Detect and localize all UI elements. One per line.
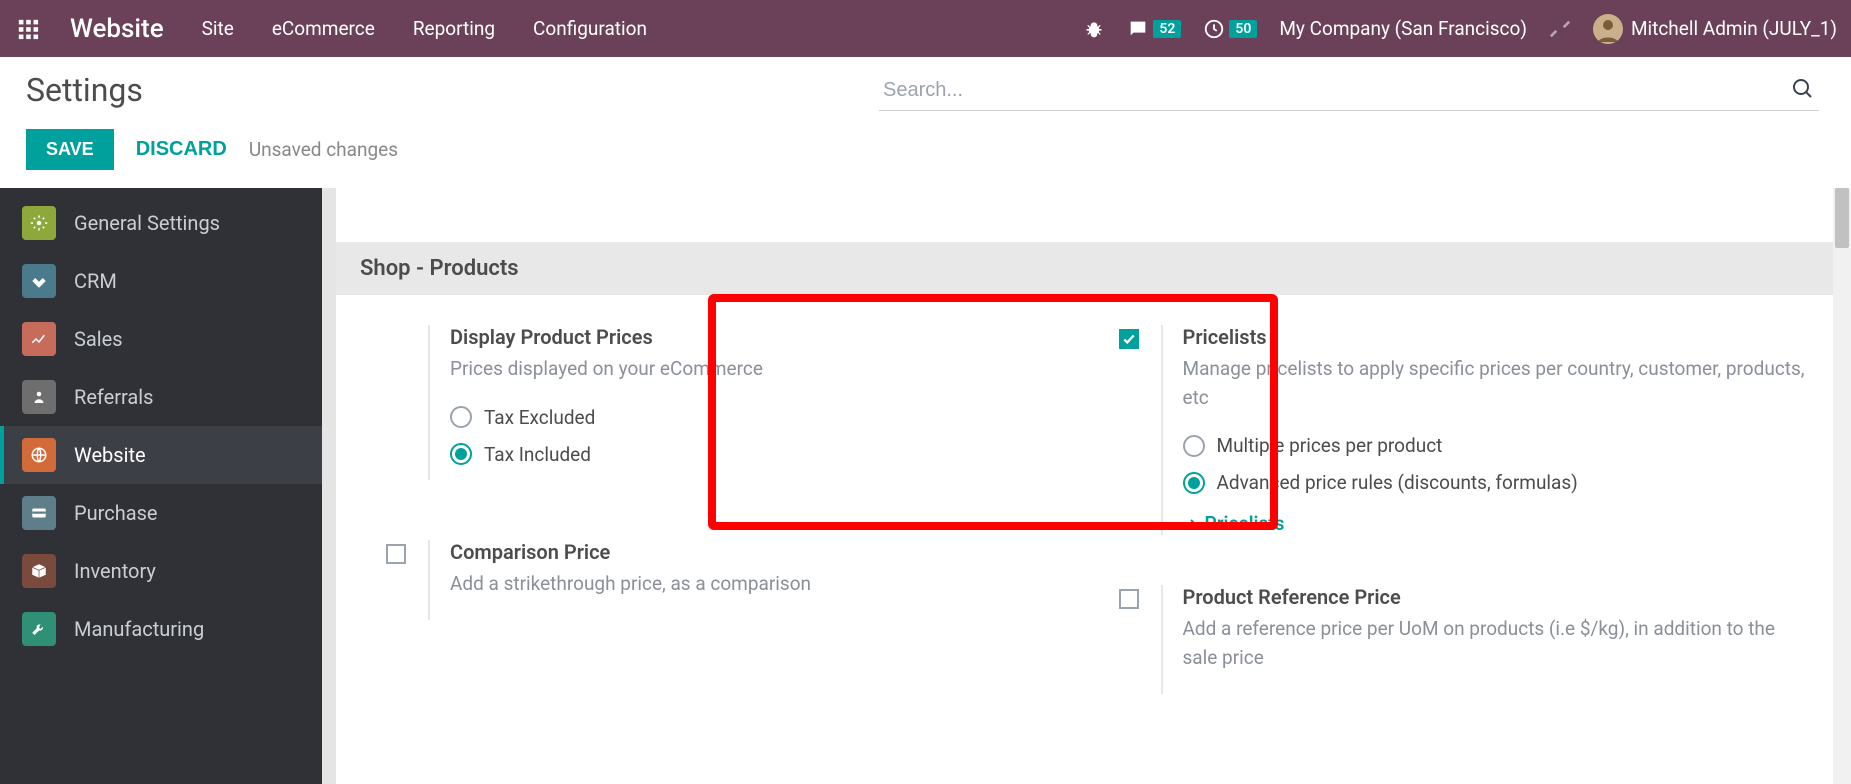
setting-title: Display Product Prices (450, 325, 1079, 349)
scrollbar-thumb[interactable] (1835, 188, 1849, 248)
people-icon (22, 380, 56, 414)
setting-title: Pricelists (1183, 325, 1812, 349)
wrench-icon (22, 612, 56, 646)
radio-icon (1183, 472, 1205, 494)
radio-multiple-prices[interactable]: Multiple prices per product (1183, 434, 1812, 457)
pricelists-link[interactable]: Pricelists (1183, 512, 1812, 535)
card-icon (22, 496, 56, 530)
menu-ecommerce[interactable]: eCommerce (272, 17, 375, 40)
activities-badge: 50 (1229, 20, 1257, 38)
globe-icon (22, 438, 56, 472)
avatar (1593, 14, 1623, 44)
app-brand[interactable]: Website (70, 14, 164, 44)
gear-icon (22, 206, 56, 240)
radio-icon (1183, 435, 1205, 457)
sidebar-item-referrals[interactable]: Referrals (0, 368, 336, 426)
checkbox[interactable] (1119, 329, 1139, 349)
save-button[interactable]: SAVE (26, 129, 114, 170)
page-title: Settings (26, 71, 143, 109)
top-navbar: Website Site eCommerce Reporting Configu… (0, 0, 1851, 57)
settings-content: Shop - Products Display Product Prices P… (336, 188, 1851, 784)
messages-indicator[interactable]: 52 (1127, 18, 1181, 40)
main-area: General Settings CRM Sales Referrals Web… (0, 188, 1851, 784)
sidebar-item-label: Manufacturing (74, 617, 204, 641)
activities-indicator[interactable]: 50 (1203, 18, 1257, 40)
radio-icon (450, 406, 472, 428)
setting-display-prices: Display Product Prices Prices displayed … (386, 325, 1079, 480)
sidebar-item-label: Purchase (74, 501, 158, 525)
search-icon[interactable] (1791, 77, 1815, 105)
sidebar-item-manufacturing[interactable]: Manufacturing (0, 600, 336, 658)
top-menu: Site eCommerce Reporting Configuration (202, 17, 647, 40)
sidebar-item-label: Sales (74, 327, 123, 351)
setting-title: Product Reference Price (1183, 585, 1812, 609)
sidebar-item-inventory[interactable]: Inventory (0, 542, 336, 600)
setting-pricelists: Pricelists Manage pricelists to apply sp… (1119, 325, 1812, 535)
action-bar: SAVE DISCARD Unsaved changes (0, 111, 1851, 188)
sidebar-item-label: General Settings (74, 211, 220, 235)
sidebar-item-general[interactable]: General Settings (0, 194, 336, 252)
setting-comparison-price: Comparison Price Add a strikethrough pri… (386, 540, 1079, 621)
company-selector[interactable]: My Company (San Francisco) (1279, 17, 1527, 40)
radio-label: Tax Excluded (484, 406, 595, 429)
sidebar-item-website[interactable]: Website (0, 426, 336, 484)
messages-badge: 52 (1153, 20, 1181, 38)
radio-label: Tax Included (484, 443, 591, 466)
settings-col-left: Display Product Prices Prices displayed … (366, 325, 1099, 744)
topbar-right: 52 50 My Company (San Francisco) Mitchel… (1083, 14, 1837, 44)
sidebar-item-label: Inventory (74, 559, 156, 583)
setting-reference-price: Product Reference Price Add a reference … (1119, 585, 1812, 694)
sidebar-item-label: Referrals (74, 385, 153, 409)
apps-icon[interactable] (14, 15, 42, 43)
setting-title: Comparison Price (450, 540, 1079, 564)
box-icon (22, 554, 56, 588)
link-label: Pricelists (1205, 512, 1285, 535)
user-name: Mitchell Admin (JULY_1) (1631, 17, 1837, 40)
radio-tax-included[interactable]: Tax Included (450, 443, 1079, 466)
setting-desc: Prices displayed on your eCommerce (450, 355, 1079, 384)
setting-desc: Add a reference price per UoM on product… (1183, 615, 1812, 672)
menu-site[interactable]: Site (202, 17, 234, 40)
handshake-icon (22, 264, 56, 298)
checkbox[interactable] (1119, 589, 1139, 609)
tools-icon[interactable] (1549, 18, 1571, 40)
radio-advanced-rules[interactable]: Advanced price rules (discounts, formula… (1183, 471, 1812, 494)
sidebar-item-label: Website (74, 443, 146, 467)
menu-configuration[interactable]: Configuration (533, 17, 647, 40)
radio-tax-excluded[interactable]: Tax Excluded (450, 406, 1079, 429)
settings-col-right: Pricelists Manage pricelists to apply sp… (1099, 325, 1832, 744)
sidebar-item-purchase[interactable]: Purchase (0, 484, 336, 542)
unsaved-status: Unsaved changes (249, 138, 398, 161)
settings-sidebar: General Settings CRM Sales Referrals Web… (0, 188, 336, 784)
setting-desc: Manage pricelists to apply specific pric… (1183, 355, 1812, 412)
discard-button[interactable]: DISCARD (136, 138, 227, 161)
setting-desc: Add a strikethrough price, as a comparis… (450, 570, 1079, 599)
menu-reporting[interactable]: Reporting (413, 17, 495, 40)
user-menu[interactable]: Mitchell Admin (JULY_1) (1593, 14, 1837, 44)
sidebar-item-crm[interactable]: CRM (0, 252, 336, 310)
page-header: Settings (0, 57, 1851, 111)
search-input[interactable] (879, 71, 1819, 111)
chart-icon (22, 322, 56, 356)
checkbox[interactable] (386, 544, 406, 564)
radio-icon (450, 443, 472, 465)
radio-label: Multiple prices per product (1217, 434, 1443, 457)
section-header: Shop - Products (336, 242, 1851, 295)
scrollbar[interactable] (1833, 188, 1851, 784)
radio-label: Advanced price rules (discounts, formula… (1217, 471, 1578, 494)
sidebar-item-label: CRM (74, 269, 117, 293)
sidebar-item-sales[interactable]: Sales (0, 310, 336, 368)
bug-icon[interactable] (1083, 18, 1105, 40)
